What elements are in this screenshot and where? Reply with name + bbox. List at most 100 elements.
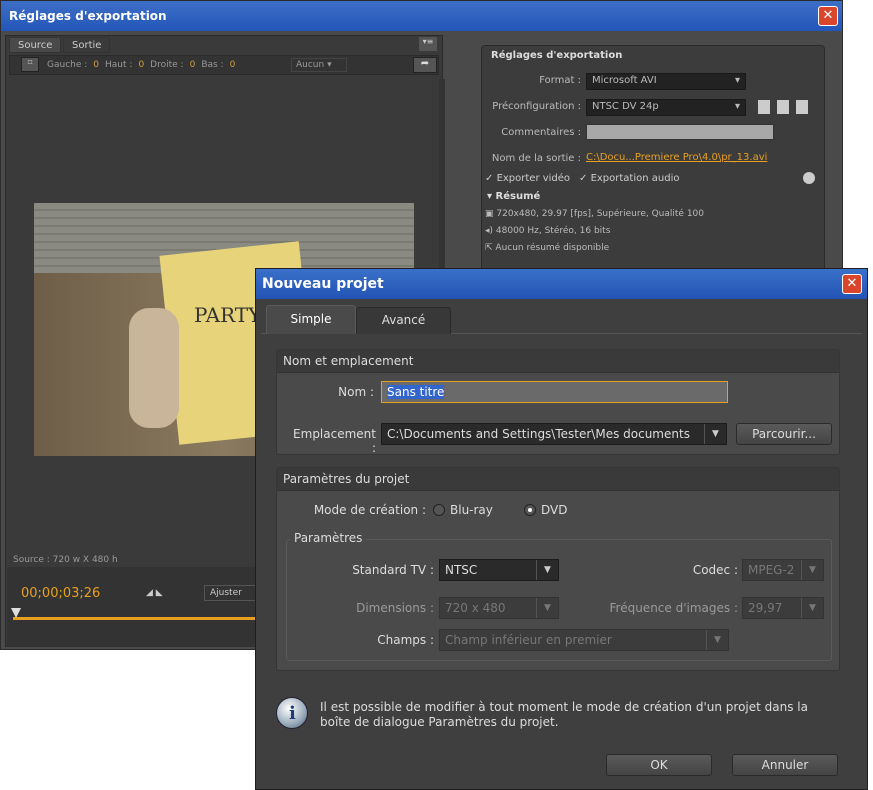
browse-button[interactable]: Parcourir...: [736, 423, 832, 445]
name-label: Nom :: [338, 385, 374, 399]
film-icon: ▣: [485, 209, 497, 219]
preset-dropdown[interactable]: NTSC DV 24p ▾: [586, 99, 746, 116]
tv-standard-dropdown[interactable]: NTSC ▼: [439, 559, 559, 581]
crop-right-value[interactable]: 0: [190, 60, 196, 70]
crop-top-value[interactable]: 0: [138, 60, 144, 70]
preset-label: Préconfiguration :: [492, 101, 581, 112]
settings-gear-icon[interactable]: [803, 172, 815, 184]
crop-preset-dropdown[interactable]: Aucun ▾: [291, 58, 347, 72]
format-value: Microsoft AVI: [592, 75, 657, 86]
crop-right-label: Droite :: [150, 60, 184, 70]
cancel-button[interactable]: Annuler: [732, 754, 838, 776]
crop-values: Gauche : 0 Haut : 0 Droite : 0 Bas : 0: [47, 60, 235, 70]
dialog-title: Nouveau projet: [262, 276, 384, 292]
dialog-title-bar: Nouveau projet: [256, 269, 867, 299]
name-input[interactable]: Sans titre: [381, 381, 728, 403]
paper-handwriting: PARTY: [194, 303, 262, 327]
export-close-button[interactable]: ✕: [818, 6, 838, 26]
output-name-label: Nom de la sortie :: [491, 153, 581, 164]
info-message: Il est possible de modifier à tout momen…: [320, 700, 808, 729]
tab-simple[interactable]: Simple: [266, 305, 356, 334]
tv-standard-value: NTSC: [445, 563, 478, 577]
crop-left-label: Gauche :: [47, 60, 88, 70]
location-dropdown[interactable]: C:\Documents and Settings\Tester\Mes doc…: [381, 423, 727, 445]
export-video-label: Exporter vidéo: [496, 173, 571, 184]
new-project-dialog: Nouveau projet ✕ Simple Avancé Nom et em…: [255, 268, 868, 790]
swap-arrow-icon[interactable]: ➦: [413, 57, 437, 73]
comments-input[interactable]: [586, 124, 774, 140]
in-out-markers-icon[interactable]: ◢ ◣: [146, 588, 163, 598]
crop-left-value[interactable]: 0: [93, 60, 99, 70]
crop-icon[interactable]: ⌗: [21, 57, 39, 72]
source-info: Source : 720 w X 480 h: [13, 555, 118, 565]
fields-value: Champ inférieur en premier: [445, 633, 612, 647]
save-preset-icon[interactable]: [758, 100, 770, 114]
dimensions-value: 720 x 480: [445, 601, 506, 615]
summary-audio-text: 48000 Hz, Stéréo, 16 bits: [495, 226, 611, 236]
speaker-icon: ◂): [485, 226, 496, 236]
tv-standard-label: Standard TV :: [352, 563, 434, 577]
comments-label: Commentaires :: [501, 127, 581, 138]
fields-dropdown: Champ inférieur en premier ▼: [439, 629, 729, 651]
export-title: Réglages d'exportation: [9, 9, 167, 23]
frame-rate-label: Fréquence d'images :: [609, 601, 739, 615]
format-label: Format :: [539, 75, 581, 86]
dimensions-dropdown: 720 x 480 ▼: [439, 597, 559, 619]
crop-preset-value: Aucun: [296, 60, 325, 70]
name-value: Sans titre: [387, 385, 445, 399]
delete-preset-icon[interactable]: [796, 100, 808, 114]
fit-value: Ajuster: [210, 588, 242, 598]
timecode[interactable]: 00;00;03;26: [21, 586, 100, 601]
info-icon: i: [276, 697, 308, 729]
panel-title: Réglages d'exportation: [491, 50, 623, 61]
codec-dropdown: MPEG-2 ▼: [742, 559, 824, 581]
tab-source[interactable]: Source: [9, 37, 62, 53]
tab-output[interactable]: Sortie: [63, 37, 111, 53]
tab-advanced[interactable]: Avancé: [356, 307, 451, 334]
frame-rate-dropdown: 29,97 ▼: [742, 597, 824, 619]
chevron-down-icon: ▼: [704, 424, 726, 444]
bluray-radio[interactable]: [433, 504, 445, 516]
dvd-radio[interactable]: [524, 504, 536, 516]
crop-top-label: Haut :: [105, 60, 133, 70]
chevron-down-icon: ▼: [706, 630, 728, 650]
crop-bottom-label: Bas :: [201, 60, 224, 70]
location-value: C:\Documents and Settings\Tester\Mes doc…: [387, 427, 690, 441]
summary-video: ▣ 720x480, 29.97 [fps], Supérieure, Qual…: [485, 209, 704, 219]
format-dropdown[interactable]: Microsoft AVI ▾: [586, 73, 746, 90]
mode-label: Mode de création :: [313, 503, 426, 517]
codec-label: Codec :: [692, 563, 738, 577]
chevron-down-icon: ▼: [801, 560, 823, 580]
dialog-close-button[interactable]: ✕: [842, 274, 862, 294]
summary-none: ⇱ Aucun résumé disponible: [485, 243, 609, 253]
dvd-label[interactable]: DVD: [541, 503, 567, 517]
chevron-down-icon: ▼: [536, 560, 558, 580]
output-name-link[interactable]: C:\Docu...Premiere Pro\4.0\pr_13.avi: [586, 152, 767, 163]
frame-rate-value: 29,97: [748, 601, 783, 615]
link-icon: ⇱: [485, 243, 496, 253]
ok-button[interactable]: OK: [606, 754, 712, 776]
summary-none-text: Aucun résumé disponible: [495, 243, 610, 253]
parameters-heading: Paramètres: [290, 531, 367, 545]
preset-value: NTSC DV 24p: [592, 101, 659, 112]
summary-video-text: 720x480, 29.97 [fps], Supérieure, Qualit…: [496, 209, 704, 219]
fields-label: Champs :: [377, 633, 434, 647]
import-preset-icon[interactable]: [777, 100, 789, 114]
export-title-bar: Réglages d'exportation: [1, 1, 842, 31]
codec-value: MPEG-2: [748, 563, 795, 577]
export-audio-label: Exportation audio: [590, 173, 680, 184]
project-settings-heading: Paramètres du projet: [277, 468, 839, 491]
dimensions-label: Dimensions :: [356, 601, 434, 615]
summary-toggle[interactable]: ▾ Résumé: [487, 191, 540, 202]
chevron-down-icon: ▼: [536, 598, 558, 618]
chevron-down-icon: ▼: [801, 598, 823, 618]
location-label: Emplacement :: [293, 427, 376, 455]
summary-title: Résumé: [495, 191, 541, 202]
name-location-heading: Nom et emplacement: [277, 350, 839, 373]
export-audio-checkbox[interactable]: ✓ Exportation audio: [579, 173, 679, 184]
crop-bottom-value[interactable]: 0: [230, 60, 236, 70]
summary-audio: ◂) 48000 Hz, Stéréo, 16 bits: [485, 226, 610, 236]
bluray-label[interactable]: Blu-ray: [450, 503, 493, 517]
export-video-checkbox[interactable]: ✓ Exporter vidéo: [485, 173, 570, 184]
panel-menu-icon[interactable]: ▾≡: [419, 37, 437, 51]
